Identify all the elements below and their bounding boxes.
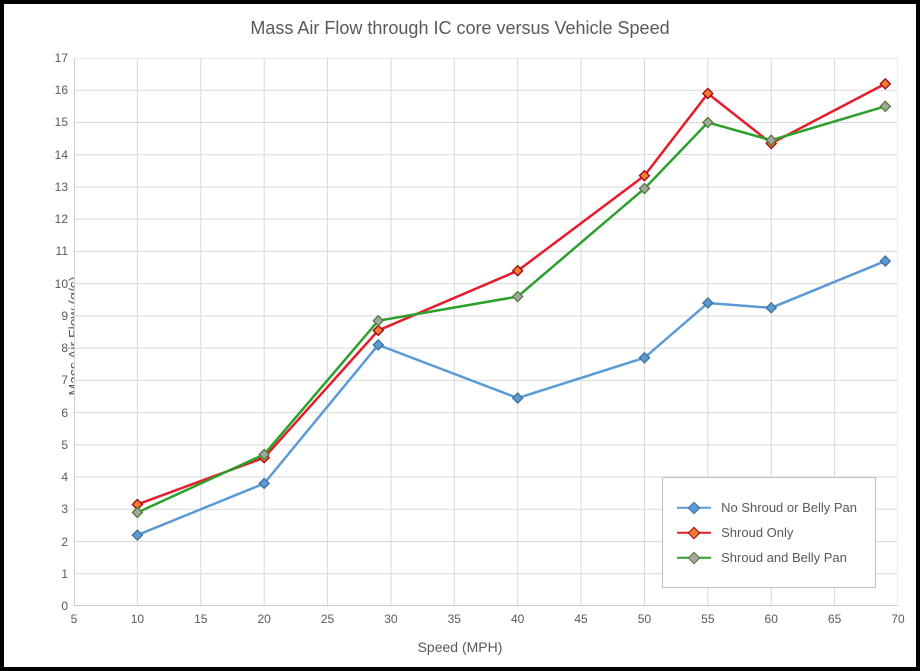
- x-tick-label: 35: [448, 606, 461, 626]
- y-tick-label: 13: [55, 180, 74, 194]
- x-tick-label: 45: [574, 606, 587, 626]
- y-tick-label: 12: [55, 212, 74, 226]
- x-tick-label: 30: [384, 606, 397, 626]
- x-tick-label: 50: [638, 606, 651, 626]
- y-tick-label: 8: [61, 341, 74, 355]
- x-tick-label: 40: [511, 606, 524, 626]
- x-tick-label: 20: [257, 606, 270, 626]
- y-tick-label: 6: [61, 406, 74, 420]
- y-tick-label: 1: [61, 567, 74, 581]
- y-tick-label: 0: [61, 599, 74, 613]
- x-tick-label: 60: [765, 606, 778, 626]
- y-tick-label: 7: [61, 373, 74, 387]
- x-tick-label: 15: [194, 606, 207, 626]
- plot-area: No Shroud or Belly Pan Shroud Only Shroud …: [74, 58, 898, 606]
- y-tick-label: 16: [55, 83, 74, 97]
- x-tick-label: 65: [828, 606, 841, 626]
- x-tick-label: 70: [891, 606, 904, 626]
- chart-title: Mass Air Flow through IC core versus Veh…: [4, 18, 916, 39]
- y-tick-label: 9: [61, 309, 74, 323]
- y-tick-label: 15: [55, 115, 74, 129]
- y-tick-label: 3: [61, 502, 74, 516]
- legend-label: No Shroud or Belly Pan: [721, 500, 857, 515]
- x-tick-label: 10: [131, 606, 144, 626]
- x-axis-label: Speed (MPH): [4, 639, 916, 655]
- y-tick-label: 17: [55, 51, 74, 65]
- y-tick-label: 11: [56, 244, 74, 258]
- chart-frame: Mass Air Flow through IC core versus Veh…: [0, 0, 920, 671]
- y-tick-label: 10: [55, 277, 74, 291]
- y-tick-label: 5: [61, 438, 74, 452]
- legend-item: Shroud and Belly Pan: [677, 550, 857, 565]
- legend-item: No Shroud or Belly Pan: [677, 500, 857, 515]
- y-tick-label: 2: [61, 535, 74, 549]
- legend: No Shroud or Belly Pan Shroud Only Shroud …: [662, 477, 876, 588]
- y-tick-label: 14: [55, 148, 74, 162]
- legend-swatch: [677, 502, 711, 514]
- legend-swatch: [677, 552, 711, 564]
- legend-swatch: [677, 527, 711, 539]
- legend-label: Shroud and Belly Pan: [721, 550, 847, 565]
- x-tick-label: 25: [321, 606, 334, 626]
- x-tick-label: 55: [701, 606, 714, 626]
- y-tick-label: 4: [61, 470, 74, 484]
- legend-label: Shroud Only: [721, 525, 793, 540]
- legend-item: Shroud Only: [677, 525, 857, 540]
